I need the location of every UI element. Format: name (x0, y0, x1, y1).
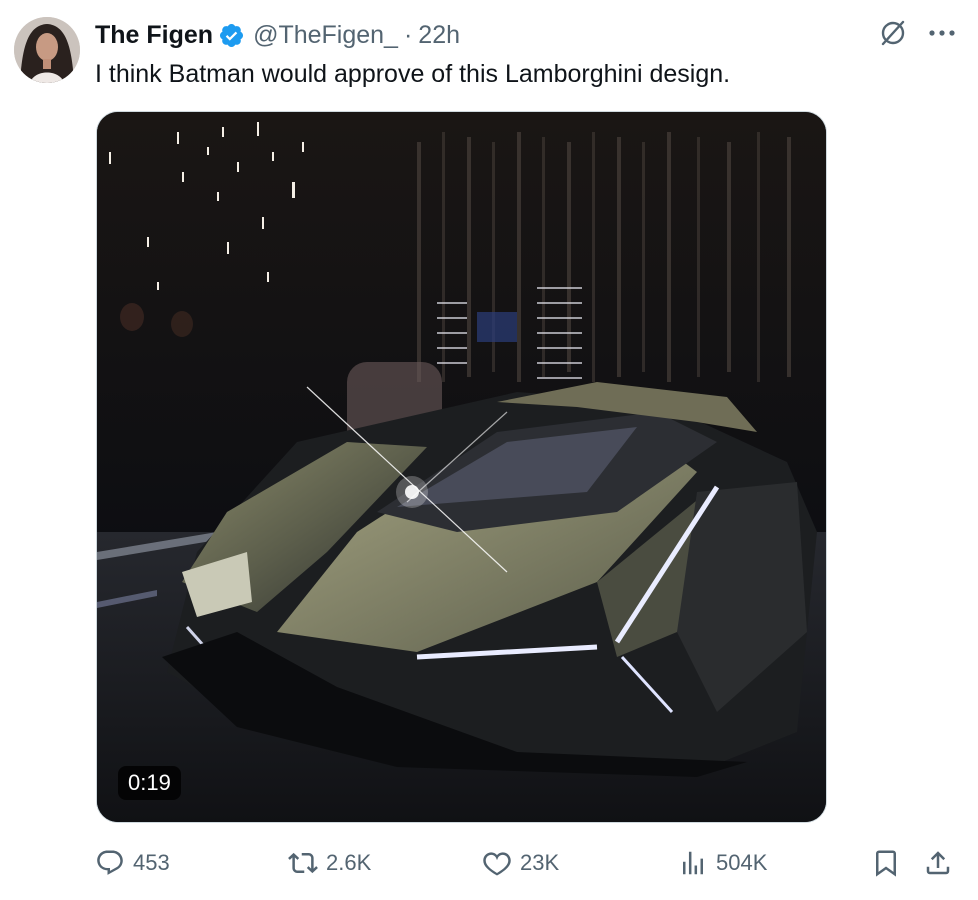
repost-button[interactable]: 2.6K (288, 842, 371, 884)
grok-icon[interactable] (878, 18, 908, 48)
tweet-header: The Figen @TheFigen_ · 22h (95, 18, 460, 52)
video-player[interactable]: 0:19 (96, 111, 827, 823)
bookmark-button[interactable] (871, 842, 901, 884)
share-button[interactable] (923, 842, 953, 884)
repost-icon (288, 852, 318, 874)
tweet-top-actions (878, 18, 956, 48)
display-name[interactable]: The Figen (95, 21, 213, 50)
video-thumbnail (97, 112, 826, 822)
views-count: 504K (716, 850, 768, 875)
avatar[interactable] (14, 17, 80, 83)
verified-badge-icon (218, 22, 245, 49)
timestamp[interactable]: 22h (418, 21, 460, 50)
video-duration: 0:19 (118, 766, 181, 800)
user-handle[interactable]: @TheFigen_ (253, 21, 398, 50)
like-icon (483, 852, 511, 876)
reply-count: 453 (133, 850, 170, 875)
like-button[interactable]: 23K (482, 842, 559, 884)
tweet-actions: 453 2.6K 23K 504K (95, 842, 955, 884)
reply-icon (97, 850, 123, 875)
more-icon[interactable] (928, 28, 956, 38)
like-count: 23K (520, 850, 560, 875)
repost-count: 2.6K (326, 850, 372, 875)
bookmark-icon (876, 850, 896, 877)
reply-button[interactable]: 453 (95, 842, 170, 884)
tweet-text: I think Batman would approve of this Lam… (95, 60, 731, 88)
views-icon (683, 851, 703, 875)
tweet-card: The Figen @TheFigen_ · 22h I think Batma (0, 0, 978, 900)
views-button[interactable]: 504K (678, 842, 767, 884)
share-icon (926, 851, 950, 875)
separator-dot: · (403, 20, 413, 49)
